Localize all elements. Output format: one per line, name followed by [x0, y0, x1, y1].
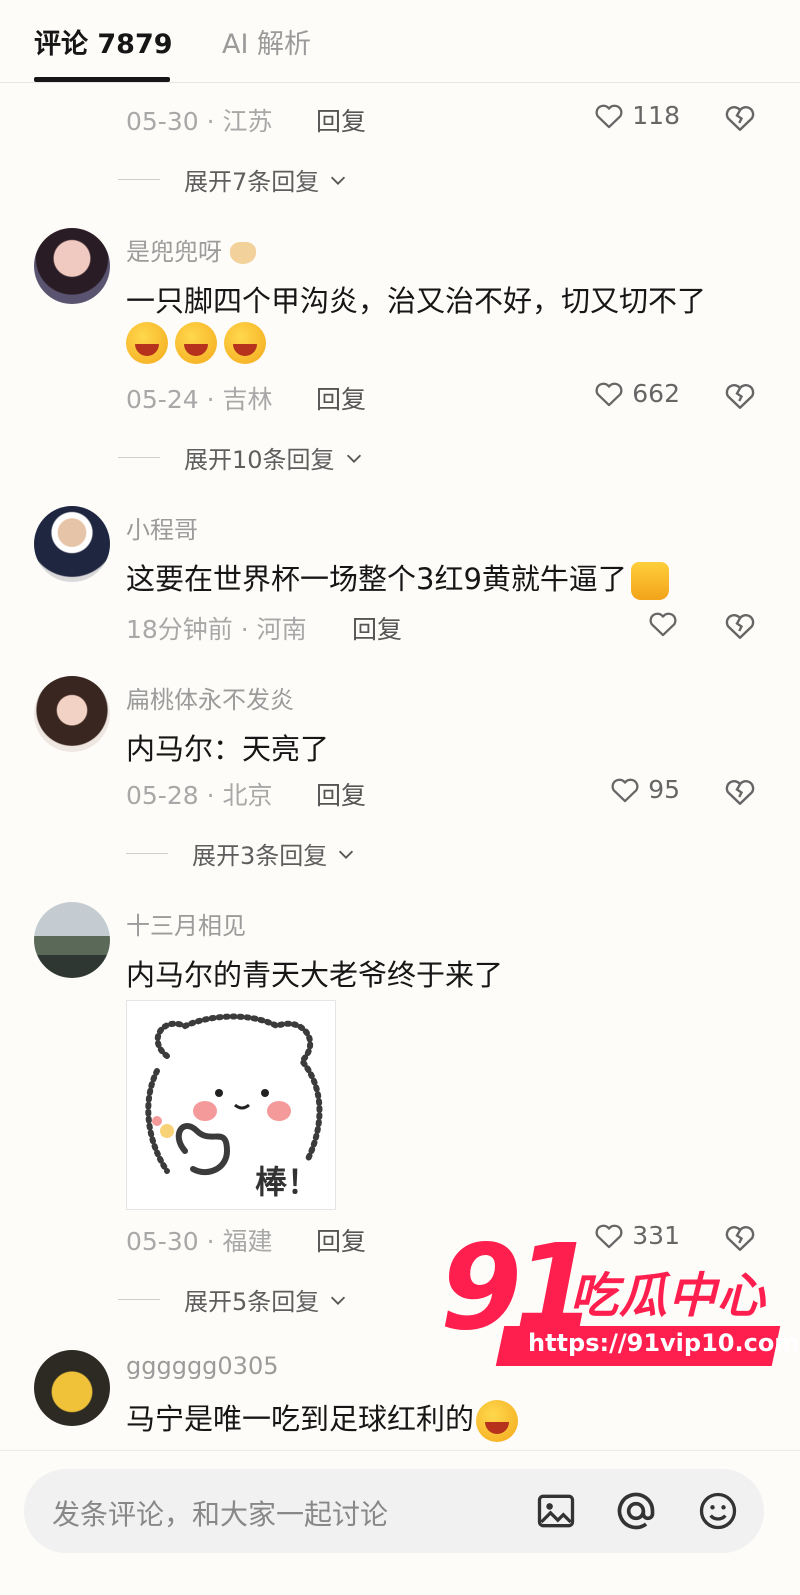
avatar[interactable]: [34, 228, 110, 304]
comment-text: 这要在世界杯一场整个3红9黄就牛逼了: [126, 556, 669, 600]
comment-tabs: 评论 7879 AI 解析: [0, 0, 800, 83]
comment-composer-bar: 发条评论，和大家一起讨论: [0, 1450, 800, 1595]
comment-date-location: 05-28 · 北京: [126, 781, 273, 810]
comment-text: 内马尔：天亮了: [126, 732, 330, 766]
comment-text: 马宁是唯一吃到足球红利的: [126, 1396, 519, 1442]
avatar[interactable]: [34, 902, 110, 978]
divider-line: [118, 1299, 160, 1300]
username[interactable]: 扁桃体永不发炎: [126, 680, 294, 715]
emoji-icon[interactable]: [696, 1489, 740, 1533]
comment-date-location: 18分钟前 · 河南: [126, 615, 307, 644]
expand-replies-label: 展开5条回复: [184, 1288, 320, 1316]
divider-line: [118, 457, 160, 458]
laughing-crying-emoji-icon: [175, 322, 218, 364]
image-icon[interactable]: [534, 1489, 578, 1533]
like-button[interactable]: 95: [608, 772, 680, 806]
expand-replies-button[interactable]: 展开10条回复: [118, 440, 365, 475]
like-button[interactable]: 118: [592, 98, 680, 132]
divider-line: [126, 853, 168, 854]
username[interactable]: gggggg0305: [126, 1352, 278, 1380]
heart-icon: [649, 612, 677, 637]
expand-replies-label: 展开3条回复: [192, 842, 328, 870]
tab-comments[interactable]: 评论 7879: [34, 22, 173, 61]
dislike-broken-heart-icon[interactable]: [722, 773, 758, 809]
watermark-url: https://91vip10.com: [528, 1329, 800, 1357]
comment-date-location: 05-30 · 江苏: [126, 107, 273, 136]
username[interactable]: 十三月相见: [126, 906, 246, 941]
tab-ai-analysis[interactable]: AI 解析: [222, 22, 311, 61]
active-tab-indicator: [34, 77, 170, 82]
avatar[interactable]: [34, 506, 110, 582]
like-button[interactable]: [646, 606, 680, 640]
expand-replies-label: 展开10条回复: [184, 446, 335, 474]
heart-icon: [595, 382, 623, 407]
heart-icon: [611, 778, 639, 803]
like-count: 95: [648, 774, 680, 804]
cat-icon: [229, 242, 256, 264]
thumbs-up-emoji-icon: [630, 562, 669, 600]
dislike-broken-heart-icon[interactable]: [722, 377, 758, 413]
comment-date-location: 05-30 · 福建: [126, 1227, 273, 1256]
comment-text: 内马尔的青天大老爷终于来了: [126, 958, 504, 992]
chevron-down-icon: [346, 454, 361, 463]
divider-line: [118, 179, 160, 180]
expand-replies-label: 展开7条回复: [184, 168, 320, 196]
reply-button[interactable]: 回复: [316, 380, 366, 416]
comment-text: 一只脚四个甲沟炎，治又治不好，切又切不了: [126, 284, 707, 318]
watermark-logo: 91 吃瓜中心 https://91vip10.com: [440, 1218, 799, 1376]
reply-button[interactable]: 回复: [316, 776, 366, 812]
reply-button[interactable]: 回复: [352, 610, 402, 646]
like-count: 118: [632, 100, 680, 130]
emoji-row: [126, 322, 267, 364]
laughing-crying-emoji-icon: [224, 322, 267, 364]
username[interactable]: 小程哥: [126, 510, 198, 545]
avatar[interactable]: [34, 676, 110, 752]
reply-button[interactable]: 回复: [316, 102, 366, 138]
dislike-broken-heart-icon[interactable]: [722, 607, 758, 643]
username[interactable]: 是兜兜呀: [126, 232, 256, 267]
expand-replies-button[interactable]: 展开3条回复: [126, 836, 357, 871]
chevron-down-icon: [339, 850, 354, 859]
reply-button[interactable]: 回复: [316, 1222, 366, 1258]
chevron-down-icon: [331, 1296, 346, 1305]
like-button[interactable]: 662: [592, 376, 680, 410]
comment-date-location: 05-24 · 吉林: [126, 385, 273, 414]
comment-input-placeholder: 发条评论，和大家一起讨论: [52, 1498, 389, 1531]
watermark-title: 吃瓜中心: [570, 1268, 767, 1324]
dislike-broken-heart-icon[interactable]: [722, 99, 758, 135]
heart-icon: [595, 104, 623, 129]
at-mention-icon[interactable]: [614, 1489, 658, 1533]
comment-sticker-image[interactable]: 棒！: [126, 1000, 336, 1210]
like-count: 662: [632, 378, 680, 408]
avatar[interactable]: [34, 1350, 110, 1426]
laughing-crying-emoji-icon: [126, 322, 168, 364]
expand-replies-button[interactable]: 展开7条回复: [118, 162, 349, 197]
laughing-emoji-icon: [476, 1400, 519, 1442]
comment-input[interactable]: 发条评论，和大家一起讨论: [24, 1469, 764, 1553]
expand-replies-button[interactable]: 展开5条回复: [118, 1282, 349, 1317]
sticker-caption: 棒！: [255, 1163, 320, 1201]
chevron-down-icon: [331, 176, 346, 185]
